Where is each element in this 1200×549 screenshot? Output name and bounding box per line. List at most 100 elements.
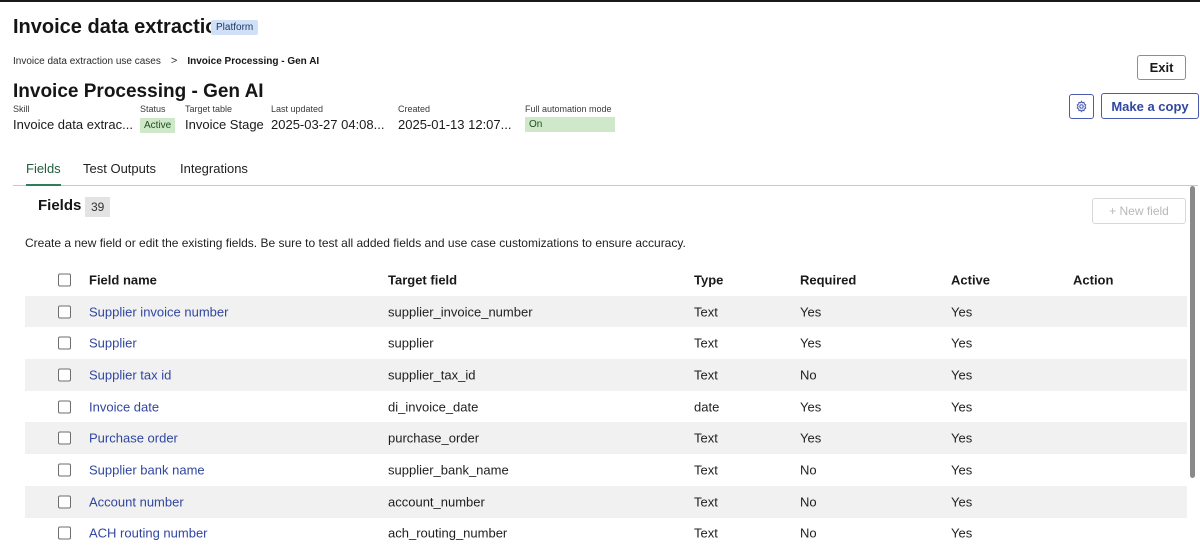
page-title: Invoice Processing - Gen AI: [13, 81, 264, 103]
settings-button[interactable]: [1069, 94, 1094, 119]
row-checkbox[interactable]: [58, 337, 71, 350]
active-cell: Yes: [951, 304, 972, 319]
breadcrumb-separator: >: [171, 55, 177, 67]
target-field-cell: supplier_bank_name: [388, 462, 509, 477]
required-cell: Yes: [800, 304, 821, 319]
target-field-cell: account_number: [388, 494, 485, 509]
tab-bar: Fields Test Outputs Integrations: [13, 161, 1198, 186]
field-name-link[interactable]: Account number: [89, 494, 184, 509]
table-header-row: Field name Target field Type Required Ac…: [25, 264, 1187, 296]
column-header-type[interactable]: Type: [694, 272, 723, 287]
meta-last-updated: Last updated 2025-03-27 04:08...: [271, 104, 384, 132]
row-checkbox[interactable]: [58, 305, 71, 318]
gear-icon: [1075, 100, 1088, 113]
row-checkbox[interactable]: [58, 368, 71, 381]
fields-table: Field name Target field Type Required Ac…: [25, 264, 1187, 549]
target-field-cell: ach_routing_number: [388, 526, 507, 541]
meta-target-table: Target table Invoice Stage: [185, 104, 264, 132]
required-cell: Yes: [800, 399, 821, 414]
tab-fields[interactable]: Fields: [26, 161, 61, 186]
meta-status: Status Active: [140, 104, 175, 133]
field-name-link[interactable]: Supplier invoice number: [89, 304, 228, 319]
scrollbar-thumb[interactable]: [1190, 186, 1195, 478]
type-cell: Text: [694, 462, 718, 477]
meta-status-label: Status: [140, 104, 175, 114]
field-name-link[interactable]: Supplier: [89, 336, 137, 351]
exit-button[interactable]: Exit: [1137, 55, 1186, 80]
meta-automation-label: Full automation mode: [525, 104, 615, 114]
active-cell: Yes: [951, 399, 972, 414]
field-name-link[interactable]: Purchase order: [89, 431, 178, 446]
active-cell: Yes: [951, 367, 972, 382]
row-checkbox[interactable]: [58, 527, 71, 540]
tab-test-outputs[interactable]: Test Outputs: [83, 161, 156, 184]
meta-target-value: Invoice Stage: [185, 117, 264, 132]
type-cell: Text: [694, 526, 718, 541]
row-checkbox[interactable]: [58, 463, 71, 476]
table-row: Supplier supplier Text Yes Yes: [25, 327, 1187, 359]
target-field-cell: supplier: [388, 336, 434, 351]
field-name-link[interactable]: Invoice date: [89, 399, 159, 414]
required-cell: Yes: [800, 431, 821, 446]
table-row: Account number account_number Text No Ye…: [25, 486, 1187, 518]
target-field-cell: supplier_tax_id: [388, 367, 475, 382]
meta-created: Created 2025-01-13 12:07...: [398, 104, 511, 132]
fields-heading: Fields: [38, 197, 81, 214]
type-cell: Text: [694, 431, 718, 446]
required-cell: No: [800, 367, 817, 382]
table-row: Purchase order purchase_order Text Yes Y…: [25, 422, 1187, 454]
meta-skill-value: Invoice data extrac...: [13, 117, 133, 132]
meta-updated-value: 2025-03-27 04:08...: [271, 117, 384, 132]
fields-count-badge: 39: [85, 197, 110, 217]
field-name-link[interactable]: Supplier tax id: [89, 367, 171, 382]
type-cell: date: [694, 399, 719, 414]
status-badge: Active: [140, 118, 175, 133]
row-checkbox[interactable]: [58, 432, 71, 445]
required-cell: No: [800, 526, 817, 541]
active-cell: Yes: [951, 431, 972, 446]
breadcrumb-current: Invoice Processing - Gen AI: [187, 56, 319, 67]
meta-automation: Full automation mode On: [525, 104, 615, 132]
required-cell: Yes: [800, 336, 821, 351]
automation-status-badge: On: [525, 117, 615, 132]
row-checkbox[interactable]: [58, 495, 71, 508]
platform-badge: Platform: [211, 20, 258, 35]
meta-skill-label: Skill: [13, 104, 133, 114]
active-cell: Yes: [951, 336, 972, 351]
type-cell: Text: [694, 304, 718, 319]
column-header-active[interactable]: Active: [951, 272, 990, 287]
breadcrumb-parent-link[interactable]: Invoice data extraction use cases: [13, 56, 161, 67]
type-cell: Text: [694, 367, 718, 382]
field-name-link[interactable]: ACH routing number: [89, 526, 208, 541]
column-header-field-name[interactable]: Field name: [89, 272, 157, 287]
meta-skill: Skill Invoice data extrac...: [13, 104, 133, 132]
column-header-target-field[interactable]: Target field: [388, 272, 457, 287]
table-row: Invoice date di_invoice_date date Yes Ye…: [25, 391, 1187, 423]
type-cell: Text: [694, 494, 718, 509]
target-field-cell: di_invoice_date: [388, 399, 478, 414]
app-title: Invoice data extraction: [13, 16, 230, 39]
table-row: Supplier bank name supplier_bank_name Te…: [25, 454, 1187, 486]
fields-helper-text: Create a new field or edit the existing …: [25, 236, 686, 250]
meta-updated-label: Last updated: [271, 104, 384, 114]
breadcrumb: Invoice data extraction use cases > Invo…: [13, 55, 319, 67]
field-name-link[interactable]: Supplier bank name: [89, 462, 205, 477]
make-copy-button[interactable]: Make a copy: [1101, 93, 1199, 119]
tab-integrations[interactable]: Integrations: [180, 161, 248, 184]
meta-created-label: Created: [398, 104, 511, 114]
table-row: Supplier tax id supplier_tax_id Text No …: [25, 359, 1187, 391]
table-row: ACH routing number ach_routing_number Te…: [25, 518, 1187, 549]
row-checkbox[interactable]: [58, 400, 71, 413]
active-cell: Yes: [951, 494, 972, 509]
meta-target-label: Target table: [185, 104, 264, 114]
column-header-required[interactable]: Required: [800, 272, 856, 287]
type-cell: Text: [694, 336, 718, 351]
required-cell: No: [800, 494, 817, 509]
target-field-cell: purchase_order: [388, 431, 479, 446]
select-all-checkbox[interactable]: [58, 273, 71, 286]
new-field-button[interactable]: + New field: [1092, 198, 1186, 224]
active-cell: Yes: [951, 526, 972, 541]
table-row: Supplier invoice number supplier_invoice…: [25, 296, 1187, 328]
target-field-cell: supplier_invoice_number: [388, 304, 533, 319]
active-cell: Yes: [951, 462, 972, 477]
